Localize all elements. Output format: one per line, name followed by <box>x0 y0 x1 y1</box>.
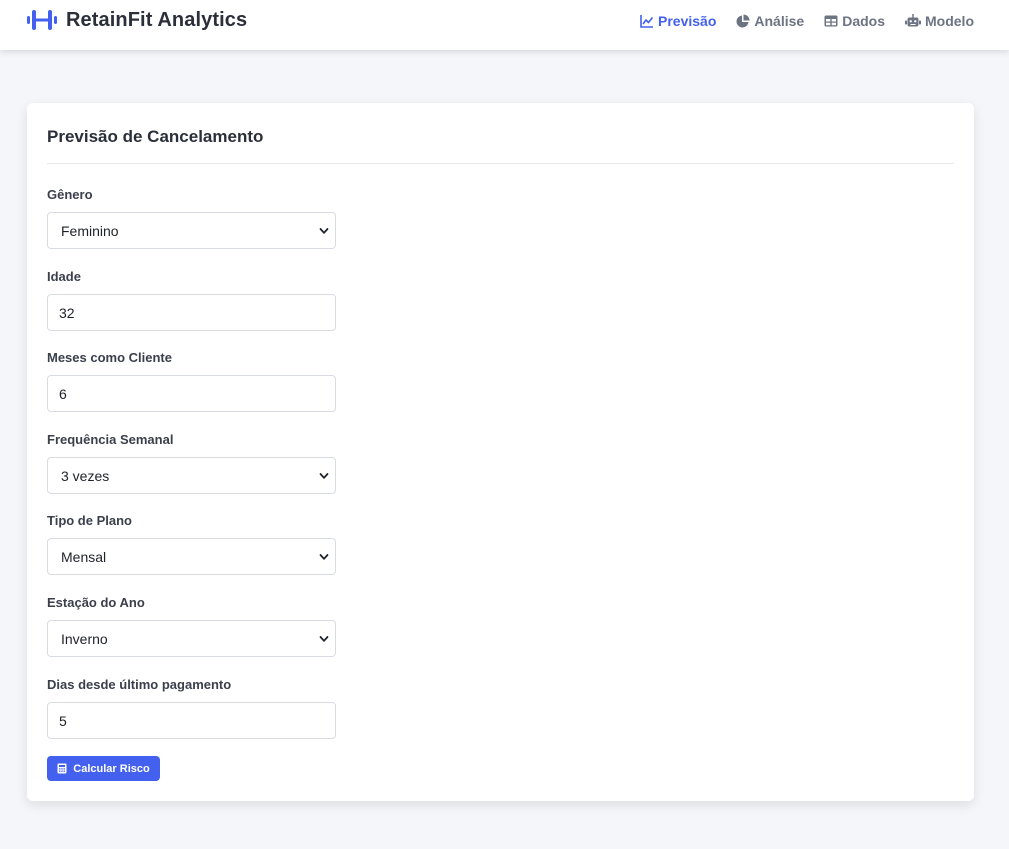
age-input-value: 32 <box>59 304 75 321</box>
calculate-risk-label: Calcular Risco <box>73 762 150 775</box>
nav-item-analise[interactable]: Análise <box>736 13 804 29</box>
robot-icon <box>905 14 921 27</box>
months-input-value: 6 <box>59 385 67 402</box>
age-input[interactable]: 32 <box>47 294 336 331</box>
chart-line-icon <box>640 15 654 28</box>
nav-item-label: Análise <box>754 13 805 29</box>
nav-item-dados[interactable]: Dados <box>824 13 885 29</box>
days-since-payment-input[interactable]: 5 <box>47 702 336 739</box>
plan-label: Tipo de Plano <box>47 513 132 528</box>
gender-select[interactable]: Feminino <box>47 212 336 249</box>
brand[interactable]: RetainFit Analytics <box>27 8 247 32</box>
gender-select-value: Feminino <box>61 222 119 239</box>
table-icon <box>824 15 838 27</box>
days-since-payment-label: Dias desde último pagamento <box>47 677 232 692</box>
days-since-payment-value: 5 <box>59 712 67 729</box>
season-label: Estação do Ano <box>47 595 145 610</box>
nav-item-modelo[interactable]: Modelo <box>905 13 974 29</box>
top-navbar: RetainFit Analytics Previsão Análise Dad… <box>0 0 1009 50</box>
main-nav: Previsão Análise Dados Modelo <box>620 12 974 30</box>
months-input[interactable]: 6 <box>47 375 336 412</box>
chevron-down-icon <box>319 473 329 479</box>
months-label: Meses como Cliente <box>47 350 172 365</box>
calculator-icon <box>57 763 67 774</box>
frequency-select[interactable]: 3 vezes <box>47 457 336 494</box>
plan-select-value: Mensal <box>61 548 107 565</box>
prediction-card: Previsão de Cancelamento Gênero Feminino… <box>27 103 974 801</box>
season-select-value: Inverno <box>61 630 108 647</box>
age-label: Idade <box>47 269 81 284</box>
card-title: Previsão de Cancelamento <box>47 127 264 146</box>
nav-item-label: Modelo <box>925 13 974 29</box>
plan-select[interactable]: Mensal <box>47 538 336 575</box>
nav-item-label: Previsão <box>658 13 717 29</box>
chart-pie-icon <box>736 14 750 28</box>
divider <box>47 163 954 164</box>
calculate-risk-button[interactable]: Calcular Risco <box>47 756 160 781</box>
nav-item-label: Dados <box>842 13 885 29</box>
frequency-label: Frequência Semanal <box>47 432 174 447</box>
chevron-down-icon <box>319 228 329 234</box>
season-select[interactable]: Inverno <box>47 620 336 657</box>
nav-item-previsao[interactable]: Previsão <box>640 13 716 29</box>
gender-label: Gênero <box>47 187 93 202</box>
chevron-down-icon <box>319 554 329 560</box>
dumbbell-icon <box>27 10 57 30</box>
brand-name: RetainFit Analytics <box>66 8 248 31</box>
chevron-down-icon <box>319 636 329 642</box>
frequency-select-value: 3 vezes <box>61 467 110 484</box>
